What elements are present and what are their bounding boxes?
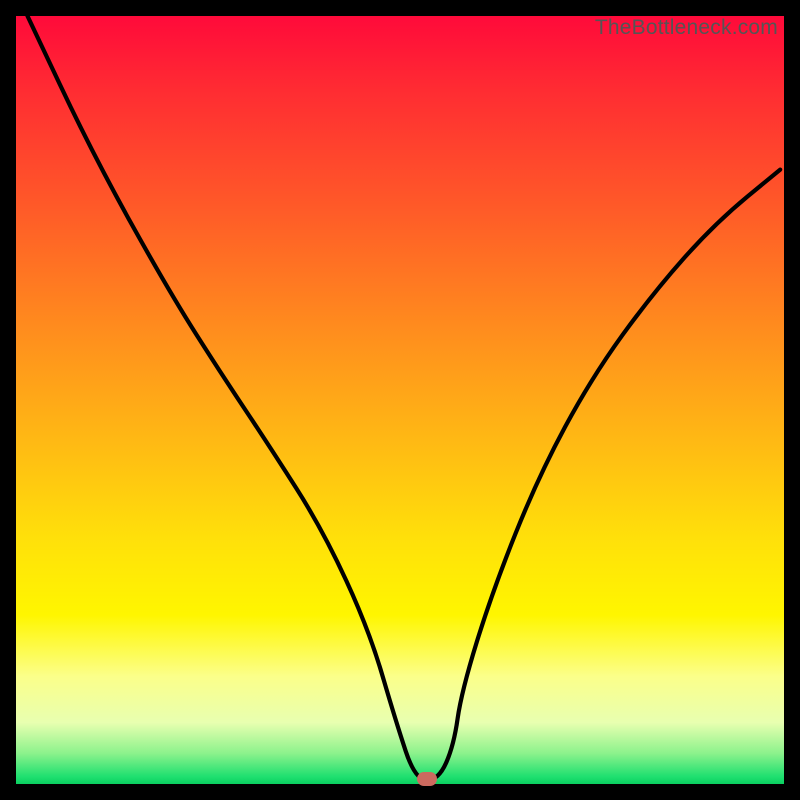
- bottleneck-curve: [16, 16, 784, 784]
- curve-path: [28, 16, 781, 780]
- plot-area: TheBottleneck.com: [16, 16, 784, 784]
- chart-frame: TheBottleneck.com: [0, 0, 800, 800]
- optimal-point-marker: [417, 772, 437, 786]
